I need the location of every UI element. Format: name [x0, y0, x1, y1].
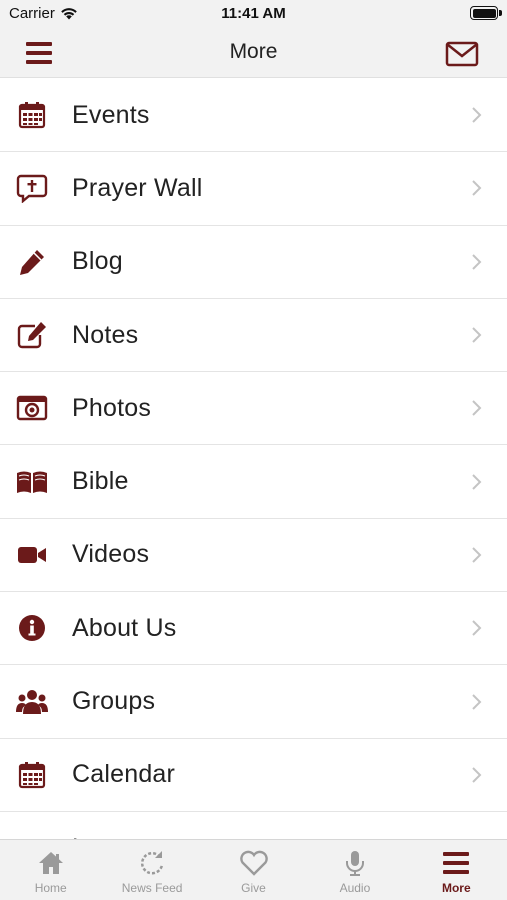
home-icon	[36, 849, 66, 877]
nav-bar: More	[0, 28, 507, 78]
chevron-right-icon	[472, 400, 482, 417]
open-book-icon	[15, 465, 49, 499]
pencil-icon	[15, 245, 49, 279]
chevron-right-icon	[472, 473, 482, 490]
group-icon	[15, 685, 49, 719]
menu-item-calendar[interactable]: Calendar	[0, 738, 507, 812]
video-camera-icon	[15, 538, 49, 572]
chevron-right-icon	[472, 327, 482, 343]
chevron-right-icon	[472, 180, 482, 197]
microphone-icon	[340, 849, 370, 877]
prayer-bubble-icon	[15, 171, 49, 205]
tab-bar: Home News Feed Give Audio More	[0, 839, 507, 900]
tab-label: Home	[34, 881, 67, 895]
tab-more[interactable]: More	[406, 840, 507, 900]
menu-item-label: Bible	[72, 467, 129, 496]
info-icon	[15, 611, 49, 645]
page-title: More	[229, 40, 278, 63]
chevron-right-icon	[472, 547, 482, 563]
menu-item-events[interactable]: Events	[0, 79, 507, 153]
tab-home[interactable]: Home	[0, 840, 101, 900]
menu-item-label: Events	[72, 100, 150, 129]
menu-item-groups[interactable]: Groups	[0, 665, 507, 739]
menu-item-videos[interactable]: Videos	[0, 518, 507, 593]
menu-list: Events Prayer Wall Blog Notes Photos Bib…	[0, 79, 507, 839]
menu-item-blog[interactable]: Blog	[0, 225, 507, 299]
mail-envelope-icon	[445, 41, 479, 67]
battery-icon	[470, 6, 498, 20]
battery-tip	[499, 10, 502, 16]
heart-icon	[239, 849, 269, 877]
chevron-right-icon	[472, 107, 482, 123]
mail-button[interactable]	[445, 40, 479, 68]
edit-note-icon	[15, 318, 49, 352]
tab-label: Give	[241, 881, 266, 895]
calendar-icon	[15, 98, 49, 132]
menu-item-label: Blog	[72, 247, 123, 276]
menu-item-photos[interactable]: Photos	[0, 372, 507, 446]
tab-label: Audio	[339, 881, 371, 895]
menu-item-notes[interactable]: Notes	[0, 298, 507, 373]
hamburger-menu-icon	[441, 849, 471, 877]
menu-item-label: About Us	[72, 613, 177, 642]
chevron-right-icon	[472, 767, 482, 783]
tab-audio[interactable]: Audio	[304, 840, 405, 900]
tab-label: More	[441, 881, 471, 895]
menu-item-label: Groups	[72, 687, 156, 716]
menu-item-partial[interactable]: L	[0, 811, 507, 839]
status-bar: Carrier 11:41 AM	[0, 0, 507, 28]
chevron-right-icon	[472, 620, 482, 636]
chevron-right-icon	[472, 254, 482, 270]
menu-item-label: Prayer Wall	[72, 173, 203, 202]
status-time: 11:41 AM	[221, 5, 286, 22]
tab-label: News Feed	[121, 881, 183, 895]
calendar-icon	[15, 758, 49, 792]
tab-give[interactable]: Give	[203, 840, 304, 900]
tab-news-feed[interactable]: News Feed	[101, 840, 202, 900]
menu-item-label: Notes	[72, 320, 139, 349]
menu-item-bible[interactable]: Bible	[0, 445, 507, 519]
camera-icon	[15, 391, 49, 425]
menu-item-prayer-wall[interactable]: Prayer Wall	[0, 152, 507, 226]
menu-item-label: Calendar	[72, 760, 176, 789]
menu-item-about-us[interactable]: About Us	[0, 592, 507, 666]
partial-icon	[15, 831, 49, 839]
chevron-right-icon	[472, 693, 482, 710]
menu-item-label: Videos	[72, 540, 150, 569]
refresh-icon	[137, 849, 167, 877]
menu-item-label: Photos	[72, 393, 152, 422]
